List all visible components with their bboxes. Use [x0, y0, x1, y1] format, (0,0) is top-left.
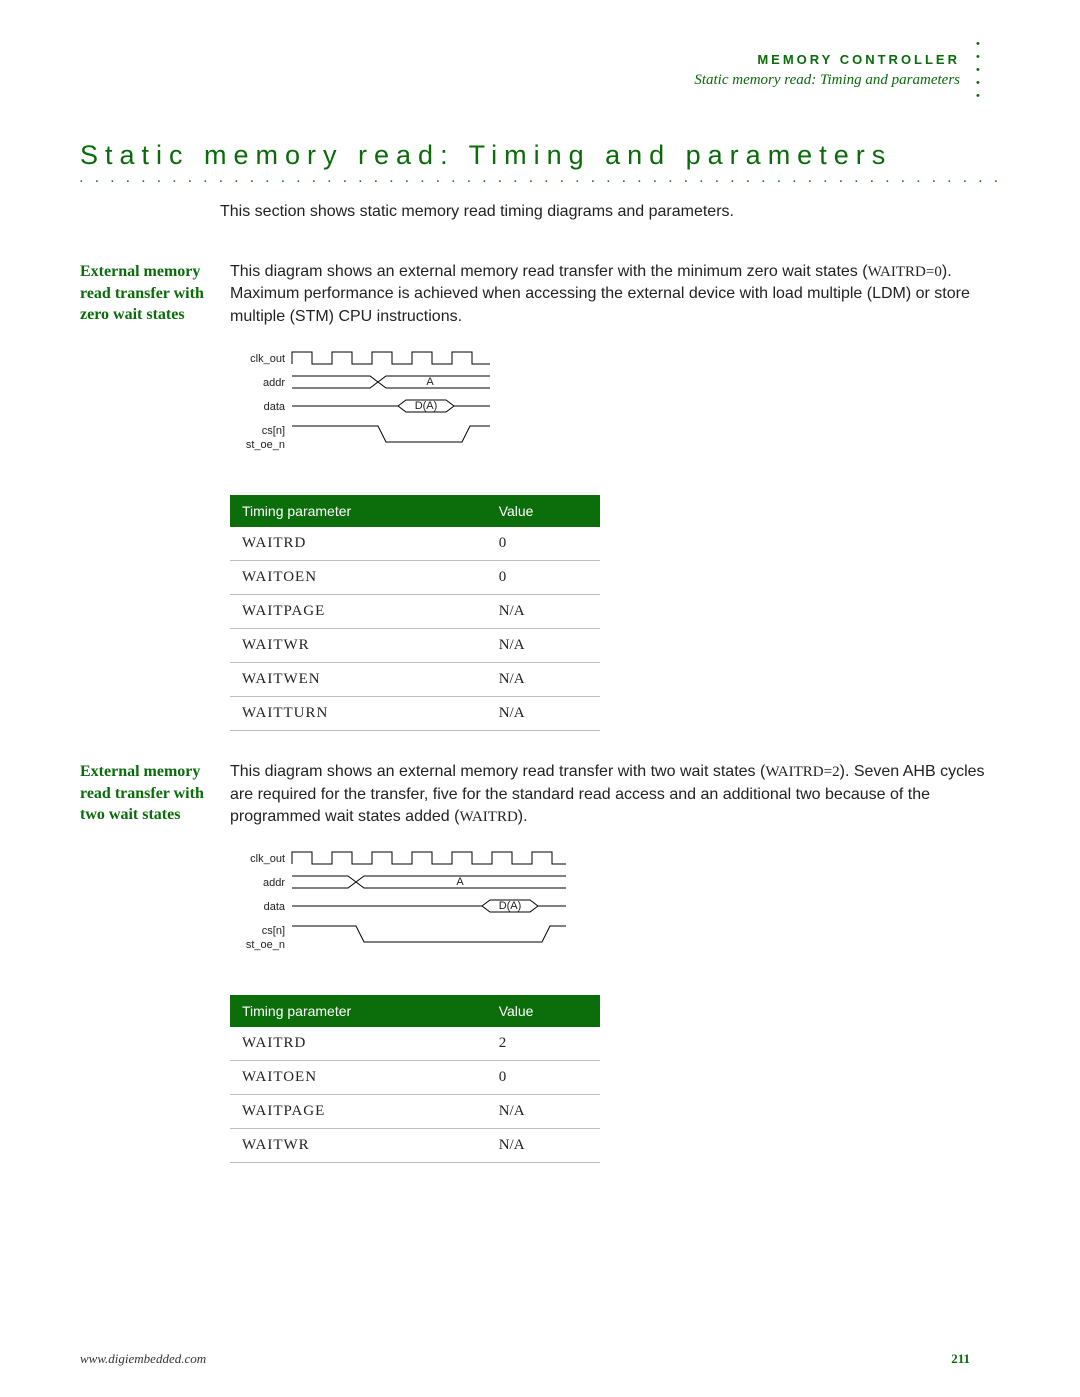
two-wait-timing-diagram: clk_out addr data cs[n] st_oe_n [230, 846, 1000, 971]
zero-wait-params-table: Timing parameter Value WAITRD0 WAITOEN0 … [230, 495, 600, 731]
dot-rule-icon: . . . . . . . . . . . . . . . . . . . . … [80, 173, 1000, 185]
svg-text:clk_out: clk_out [250, 353, 285, 365]
svg-text:clk_out: clk_out [250, 853, 285, 865]
table-row: WAITPAGEN/A [230, 1095, 600, 1129]
two-wait-block: External memory read transfer with two w… [80, 761, 1000, 1163]
header-chapter: MEMORY CONTROLLER [757, 52, 960, 67]
two-wait-sidehead: External memory read transfer with two w… [80, 761, 230, 1163]
table-row: WAITRD2 [230, 1027, 600, 1061]
svg-text:data: data [264, 901, 286, 913]
header-subtitle: Static memory read: Timing and parameter… [694, 72, 960, 89]
table-row: WAITOEN0 [230, 1061, 600, 1095]
zero-wait-block: External memory read transfer with zero … [80, 261, 1000, 731]
svg-text:st_oe_n: st_oe_n [246, 939, 285, 951]
svg-text:data: data [264, 401, 286, 413]
table-header-param: Timing parameter [230, 995, 487, 1027]
waitrd-code: WAITRD=2 [765, 764, 839, 780]
section-title: Static memory read: Timing and parameter… [80, 140, 1000, 171]
zero-wait-sidehead: External memory read transfer with zero … [80, 261, 230, 731]
svg-text:A: A [426, 376, 434, 388]
svg-text:D(A): D(A) [499, 900, 522, 912]
svg-text:D(A): D(A) [415, 400, 438, 412]
svg-text:A: A [456, 876, 464, 888]
table-row: WAITWRN/A [230, 629, 600, 663]
svg-text:addr: addr [263, 877, 285, 889]
svg-text:cs[n]: cs[n] [262, 925, 285, 937]
table-row: WAITWRN/A [230, 1129, 600, 1163]
two-wait-paragraph: This diagram shows an external memory re… [230, 761, 1000, 828]
table-row: WAITWENN/A [230, 663, 600, 697]
table-row: WAITTURNN/A [230, 697, 600, 731]
svg-text:addr: addr [263, 377, 285, 389]
table-header-value: Value [487, 495, 600, 527]
page-number: 211 [951, 1351, 970, 1367]
table-row: WAITPAGEN/A [230, 595, 600, 629]
zero-wait-paragraph: This diagram shows an external memory re… [230, 261, 1000, 328]
header-dots-icon: ••••• [976, 38, 982, 103]
table-header-param: Timing parameter [230, 495, 487, 527]
intro-paragraph: This section shows static memory read ti… [220, 203, 1000, 221]
table-row: WAITOEN0 [230, 561, 600, 595]
waitrd-code: WAITRD [459, 809, 517, 825]
page-footer: www.digiembedded.com 211 [80, 1351, 1000, 1367]
table-row: WAITRD0 [230, 527, 600, 561]
svg-text:st_oe_n: st_oe_n [246, 439, 285, 451]
table-header-value: Value [487, 995, 600, 1027]
svg-text:cs[n]: cs[n] [262, 425, 285, 437]
page-header: MEMORY CONTROLLER Static memory read: Ti… [80, 30, 1000, 100]
waitrd-code: WAITRD=0 [868, 264, 942, 280]
footer-url: www.digiembedded.com [80, 1351, 206, 1366]
two-wait-params-table: Timing parameter Value WAITRD2 WAITOEN0 … [230, 995, 600, 1163]
zero-wait-timing-diagram: clk_out addr data cs[n] st_oe_n [230, 346, 1000, 471]
